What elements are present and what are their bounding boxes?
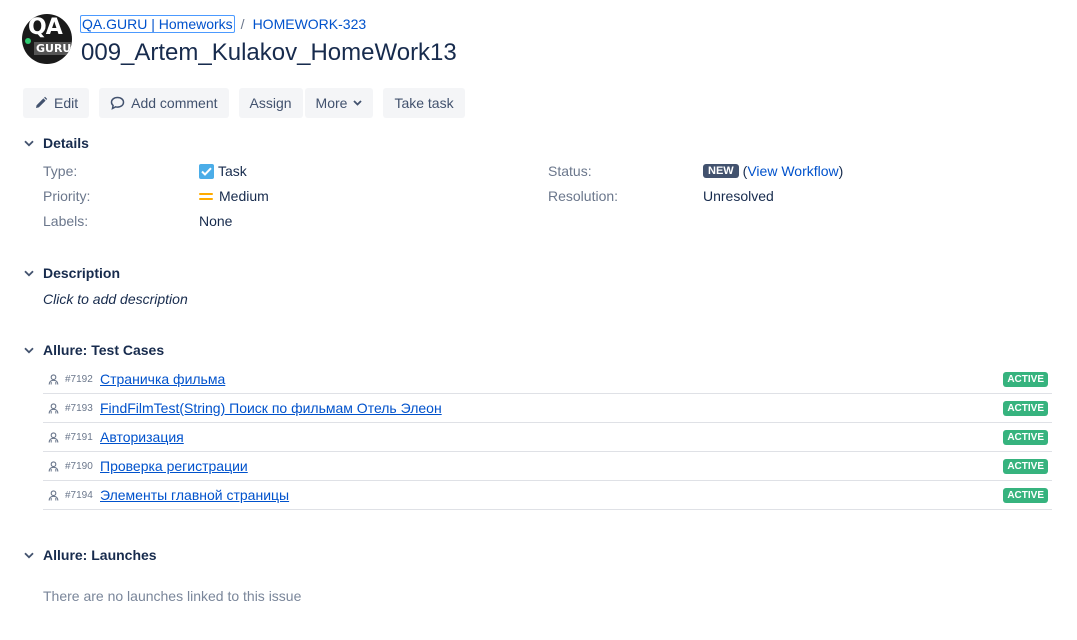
test-case-link[interactable]: Страничка фильма — [100, 371, 225, 387]
description-heading: Description — [43, 265, 121, 281]
breadcrumb-project-link[interactable]: QA.GURU | Homeworks — [80, 15, 235, 33]
chevron-down-icon — [24, 140, 38, 147]
person-icon — [48, 460, 60, 472]
test-cases-heading: Allure: Test Cases — [43, 342, 165, 358]
test-case-id: #7191 — [65, 431, 93, 443]
priority-label: Priority: — [43, 188, 91, 204]
task-checkbox-icon — [199, 163, 214, 179]
status-badge: ACTIVE — [1003, 400, 1048, 416]
status-close-paren: ) — [838, 163, 844, 179]
breadcrumb-issue-key-link[interactable]: HOMEWORK-323 — [253, 16, 367, 32]
take-task-button-label: Take task — [394, 95, 454, 111]
edit-button[interactable]: Edit — [23, 88, 90, 118]
chevron-down-icon — [24, 347, 38, 354]
status-label: Status: — [548, 163, 592, 179]
labels-value[interactable]: None — [199, 213, 232, 229]
issue-header: QA GURU QA.GURU | Homeworks / HOMEWORK-3… — [22, 14, 1062, 70]
launches-section-toggle[interactable]: Allure: Launches — [24, 547, 157, 563]
details-heading: Details — [43, 135, 89, 151]
status-value: NEW ( View Workflow ) — [703, 163, 843, 179]
test-case-id: #7190 — [65, 460, 93, 472]
status-badge: NEW — [703, 164, 739, 178]
pencil-icon — [36, 96, 48, 108]
description-section-toggle[interactable]: Description — [24, 265, 120, 281]
breadcrumb-separator: / — [240, 16, 245, 32]
priority-value-text: Medium — [219, 188, 269, 204]
priority-value: Medium — [199, 188, 269, 204]
view-workflow-link[interactable]: View Workflow — [747, 163, 838, 179]
no-launches-message: There are no launches linked to this iss… — [43, 588, 302, 604]
chevron-down-icon — [353, 100, 363, 106]
launches-heading: Allure: Launches — [43, 547, 157, 563]
medium-priority-icon — [199, 192, 213, 200]
assign-button-label: Assign — [249, 95, 292, 111]
test-case-link[interactable]: Элементы главной страницы — [100, 487, 289, 503]
status-badge: ACTIVE — [1003, 458, 1048, 474]
test-case-id: #7194 — [65, 489, 93, 501]
breadcrumb: QA.GURU | Homeworks / HOMEWORK-323 — [80, 15, 366, 33]
resolution-value: Unresolved — [703, 188, 774, 204]
resolution-label: Resolution: — [548, 188, 619, 204]
person-icon — [48, 431, 60, 443]
details-section-toggle[interactable]: Details — [24, 135, 89, 151]
test-cases-list: #7192 Страничка фильма ACTIVE #7193 Find… — [43, 365, 1052, 510]
person-icon — [48, 402, 60, 414]
chevron-down-icon — [24, 270, 38, 277]
person-icon — [48, 489, 60, 501]
comment-icon — [110, 96, 125, 110]
assign-button[interactable]: Assign — [238, 88, 303, 118]
test-case-id: #7193 — [65, 402, 93, 414]
test-cases-section-toggle[interactable]: Allure: Test Cases — [24, 342, 164, 358]
description-placeholder[interactable]: Click to add description — [43, 291, 188, 307]
issue-toolbar: Edit Add comment Assign More Take task — [23, 88, 475, 118]
labels-label: Labels: — [43, 213, 89, 229]
test-case-row: #7192 Страничка фильма ACTIVE — [43, 365, 1052, 394]
logo-text-bottom: GURU — [34, 42, 72, 55]
status-badge: ACTIVE — [1003, 371, 1048, 387]
type-value-text: Task — [218, 163, 247, 179]
test-case-link[interactable]: Авторизация — [100, 429, 184, 445]
test-case-row: #7193 FindFilmTest(String) Поиск по филь… — [43, 394, 1052, 423]
take-task-button[interactable]: Take task — [383, 88, 465, 118]
status-badge: ACTIVE — [1003, 487, 1048, 503]
add-comment-button-label: Add comment — [131, 95, 218, 111]
more-button-label: More — [315, 95, 348, 111]
test-case-link[interactable]: FindFilmTest(String) Поиск по фильмам От… — [100, 400, 442, 416]
test-case-id: #7192 — [65, 373, 93, 385]
project-avatar[interactable]: QA GURU — [22, 14, 72, 64]
test-case-link[interactable]: Проверка регистрации — [100, 458, 248, 474]
test-case-row: #7190 Проверка регистрации ACTIVE — [43, 452, 1052, 481]
chevron-down-icon — [24, 552, 38, 559]
person-icon — [48, 373, 60, 385]
more-button[interactable]: More — [304, 88, 374, 118]
issue-title[interactable]: 009_Artem_Kulakov_HomeWork13 — [81, 39, 457, 67]
edit-button-label: Edit — [54, 95, 79, 111]
add-comment-button[interactable]: Add comment — [99, 88, 229, 118]
logo-text-top: QA — [28, 15, 63, 40]
status-badge: ACTIVE — [1003, 429, 1048, 445]
test-case-row: #7194 Элементы главной страницы ACTIVE — [43, 481, 1052, 510]
type-value: Task — [199, 163, 247, 179]
test-case-row: #7191 Авторизация ACTIVE — [43, 423, 1052, 452]
type-label: Type: — [43, 163, 78, 179]
